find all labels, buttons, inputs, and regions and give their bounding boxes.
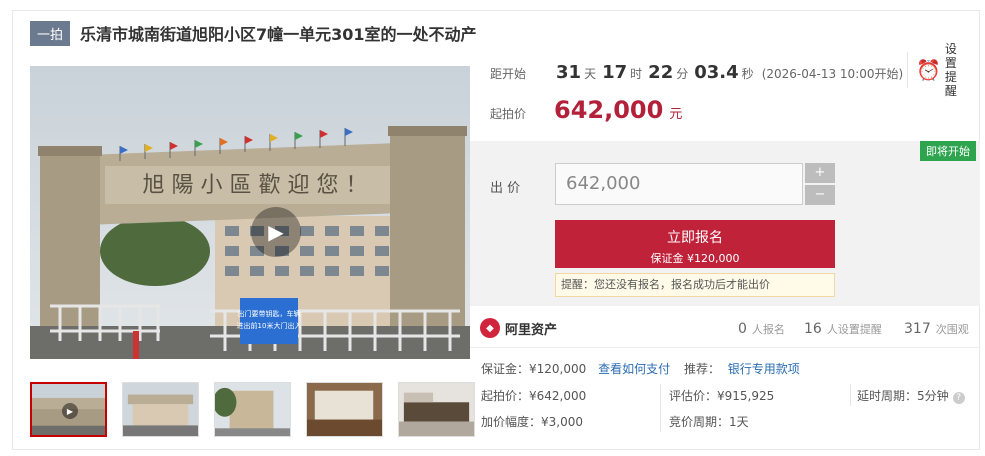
bid-panel: 即将开始 出 价 642,000 + − 立即报名 保证金 ¥120,000 提… (470, 141, 980, 306)
start-time: (2026-04-13 10:00开始) (761, 67, 904, 81)
countdown-seconds: 03.4 (694, 62, 739, 83)
sign-text-2: 进出前10米大门出入 (237, 321, 302, 330)
thumbnail-5[interactable] (398, 382, 475, 437)
bid-label: 出 价 (490, 181, 521, 196)
signup-tip: 提醒：您还没有报名，报名成功后才能出价 (555, 273, 835, 297)
help-icon[interactable]: ? (952, 392, 965, 404)
page-title: 乐清市城南街道旭阳小区7幢一单元301室的一处不动产 (80, 25, 477, 44)
starting-price: 起拍价 642,000 元 (490, 96, 682, 124)
countdown-seconds-unit: 秒 (741, 67, 754, 81)
countdown-hours: 17 (602, 62, 628, 83)
thumbnail-4[interactable] (306, 382, 383, 437)
title-row: 一拍 乐清市城南街道旭阳小区7幢一单元301室的一处不动产 (30, 20, 477, 46)
decrease-bid-button[interactable]: − (805, 185, 835, 205)
signup-count: 0 人报名 (738, 321, 785, 337)
signup-button-label: 立即报名 (667, 230, 723, 246)
set-reminder-button[interactable]: ⏰ 设置提醒 (907, 42, 967, 98)
alarm-clock-icon: ⏰ (916, 58, 941, 82)
countdown-days-unit: 天 (584, 67, 597, 81)
play-video-button[interactable]: ▶ (251, 207, 301, 257)
increment-detail: 加价幅度：¥3,000 (481, 415, 583, 429)
starting-price-value: 642,000 (554, 96, 664, 124)
stats-row: ◆ 阿里资产 0 人报名 16 人设置提醒 317 次围观 (470, 308, 980, 348)
increase-bid-button[interactable]: + (805, 163, 835, 183)
detail-divider-1 (660, 384, 661, 432)
cycle-detail: 竞价周期：1天 (669, 415, 749, 429)
main-property-photo[interactable]: 旭 陽 小 區 歡 迎 您 ！ 出门要带钥匙，车辆 进出前10米大门出入 ▶ (30, 66, 470, 359)
countdown: 距开始 31 天 17 时 22 分 03.4 秒 (2026-04-13 10… (490, 62, 903, 83)
thumbnail-play-icon: ▶ (62, 403, 78, 419)
detail-divider-2 (850, 384, 851, 406)
bid-stepper: + − (805, 163, 835, 205)
round-tag: 一拍 (30, 20, 71, 46)
starting-price-label: 起拍价 (490, 107, 527, 121)
thumbnail-1[interactable]: ▶ (30, 382, 107, 437)
signup-button[interactable]: 立即报名 保证金 ¥120,000 (555, 220, 835, 268)
countdown-days: 31 (556, 62, 582, 83)
signup-deposit-label: 保证金 ¥120,000 (650, 252, 740, 265)
bank-payment-link[interactable]: 银行专用款项 (728, 362, 800, 376)
status-badge: 即将开始 (920, 141, 976, 161)
start-price-detail: 起拍价：¥642,000 (481, 389, 587, 403)
ali-brand-text: 阿里资产 (505, 322, 558, 338)
reminder-count: 16 人设置提醒 (804, 321, 882, 337)
auction-info: 距开始 31 天 17 时 22 分 03.4 秒 (2026-04-13 10… (470, 50, 980, 140)
countdown-hours-unit: 时 (630, 67, 643, 81)
play-icon: ▶ (268, 220, 284, 244)
set-reminder-label: 设置提醒 (944, 42, 957, 98)
thumbnail-3[interactable] (214, 382, 291, 437)
gate-banner-text: 旭 陽 小 區 歡 迎 您 ！ (143, 173, 368, 198)
starting-price-unit: 元 (669, 107, 683, 122)
thumbnail-2[interactable] (122, 382, 199, 437)
delay-detail: 延时周期：5分钟? (857, 387, 965, 404)
countdown-label: 距开始 (490, 67, 527, 81)
deposit-detail: 保证金：¥120,000 查看如何支付 推荐： 银行专用款项 (481, 362, 800, 376)
countdown-minutes: 22 (648, 62, 674, 83)
appraisal-detail: 评估价：¥915,925 (669, 389, 775, 403)
countdown-minutes-unit: 分 (676, 67, 689, 81)
gate-illustration: 旭 陽 小 區 歡 迎 您 ！ 出门要带钥匙，车辆 进出前10米大门出入 (30, 66, 470, 359)
bid-amount-input[interactable]: 642,000 (555, 163, 803, 205)
ali-assets-logo: ◆ 阿里资产 (480, 318, 557, 338)
ali-logo-icon: ◆ (480, 318, 500, 338)
view-count: 317 次围观 (904, 321, 969, 337)
sign-text-1: 出门要带钥匙，车辆 (238, 309, 301, 318)
thumbnail-strip: ▶ (30, 382, 475, 437)
how-to-pay-link[interactable]: 查看如何支付 (598, 362, 670, 376)
